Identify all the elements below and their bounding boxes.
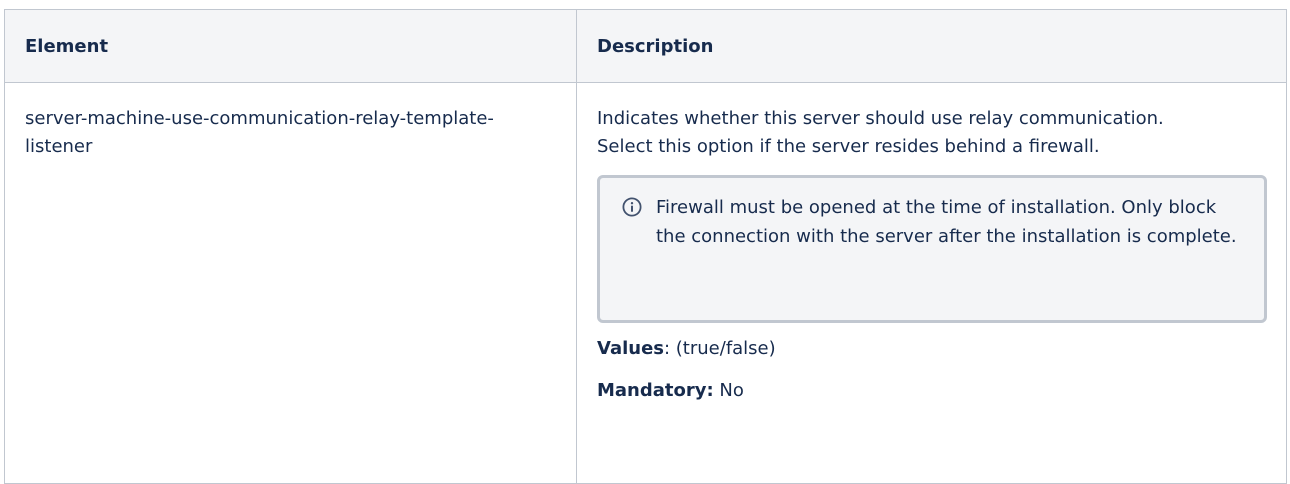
parameter-table: Element Description server-machine-use-c… <box>4 9 1287 484</box>
header-element: Element <box>4 9 577 83</box>
table-header-row: Element Description <box>4 9 1287 83</box>
description-text: Indicates whether this server should use… <box>597 108 1164 157</box>
mandatory-line: Mandatory: No <box>597 378 1286 404</box>
info-icon <box>622 197 642 217</box>
info-panel: Firewall must be opened at the time of i… <box>597 175 1267 323</box>
values-text: : (true/false) <box>664 338 776 359</box>
mandatory-text: No <box>713 380 744 401</box>
description-cell: Indicates whether this server should use… <box>576 82 1287 484</box>
mandatory-label: Mandatory: <box>597 380 714 401</box>
element-name: server-machine-use-communication-relay-t… <box>25 108 494 157</box>
header-description: Description <box>576 9 1287 83</box>
values-line: Values: (true/false) <box>597 336 1286 362</box>
element-cell: server-machine-use-communication-relay-t… <box>4 82 577 484</box>
values-label: Values <box>597 338 664 359</box>
info-panel-text: Firewall must be opened at the time of i… <box>656 197 1237 247</box>
table-row: server-machine-use-communication-relay-t… <box>4 82 1287 484</box>
